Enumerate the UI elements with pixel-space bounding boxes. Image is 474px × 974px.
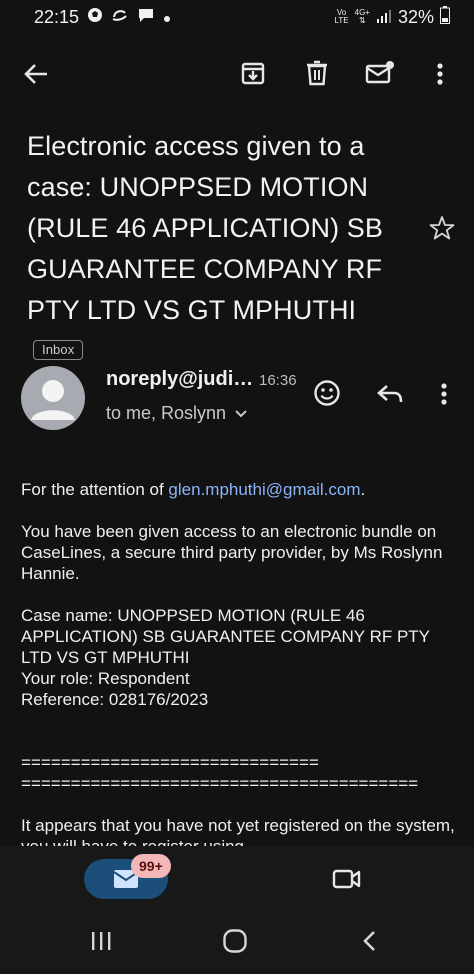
email-subject: Electronic access given to a case: UNOPP…: [27, 126, 417, 372]
add-reaction-button[interactable]: [311, 377, 343, 409]
archive-icon: [241, 62, 265, 85]
signal-strength-icon: [376, 7, 392, 28]
home-button[interactable]: [220, 924, 250, 958]
sender-avatar[interactable]: [21, 366, 85, 430]
emoji-smile-icon: [314, 380, 340, 406]
volte-indicator: Vo LTE: [334, 8, 349, 25]
video-camera-icon: [332, 869, 361, 889]
subject-text: Electronic access given to a case: UNOPP…: [27, 131, 384, 325]
attention-line: For the attention of glen.mphuthi@gmail.…: [21, 480, 366, 499]
chevron-down-icon: [235, 409, 247, 417]
reference-line: Reference: 028176/2023: [21, 690, 209, 709]
more-notifications-dot-icon: [163, 7, 171, 28]
star-icon: [429, 216, 455, 240]
back-chevron-icon: [363, 931, 375, 951]
more-options-button[interactable]: [428, 58, 452, 90]
battery-percentage: 32%: [397, 6, 434, 27]
star-button[interactable]: [428, 214, 456, 242]
reply-arrow-icon: [377, 385, 403, 403]
more-vertical-icon: [441, 383, 447, 405]
email-time: 16:36: [259, 372, 297, 389]
system-back-button[interactable]: [354, 924, 384, 958]
soccer-ball-icon: [87, 7, 103, 28]
recipients-toggle[interactable]: to me, Roslynn: [106, 403, 248, 424]
swirl-notification-icon: [111, 7, 129, 28]
role-line: Your role: Respondent: [21, 669, 190, 688]
separator-line: ========================================: [21, 774, 419, 793]
status-time: 22:15: [34, 6, 80, 27]
message-icon: [137, 7, 155, 28]
status-bar: 22:15 Vo LTE 4G+ ⇅ 32%: [0, 0, 474, 34]
attention-email-link[interactable]: glen.mphuthi@gmail.com: [168, 480, 360, 499]
case-name-line: Case name: UNOPPSED MOTION (RULE 46 APPL…: [21, 606, 430, 667]
mark-unread-mail-icon: [365, 61, 394, 84]
trash-icon: [307, 60, 327, 86]
meet-tab[interactable]: [330, 864, 364, 894]
reply-button[interactable]: [374, 379, 406, 409]
more-vertical-icon: [437, 63, 443, 85]
home-icon: [223, 929, 247, 953]
person-avatar-icon: [31, 380, 75, 420]
recipients-text: to me, Roslynn: [106, 403, 227, 423]
email-body: For the attention of glen.mphuthi@gmail.…: [21, 479, 461, 857]
battery-icon: [440, 5, 450, 29]
delete-button[interactable]: [302, 58, 332, 88]
access-paragraph: You have been given access to an electro…: [21, 522, 443, 583]
app-bar: [0, 50, 474, 96]
recent-apps-button[interactable]: [86, 924, 116, 958]
separator-line: ==============================: [21, 753, 319, 772]
back-button[interactable]: [20, 58, 52, 90]
unread-count-badge: 99+: [131, 854, 171, 878]
message-more-button[interactable]: [434, 380, 454, 408]
mark-unread-button[interactable]: [364, 58, 396, 88]
inbox-label-chip[interactable]: Inbox: [33, 339, 84, 360]
archive-button[interactable]: [238, 58, 268, 88]
network-type-indicator: 4G+ ⇅: [354, 8, 370, 25]
sender-name[interactable]: noreply@judi…: [106, 368, 253, 391]
recent-apps-icon: [92, 932, 111, 950]
back-arrow-icon: [24, 64, 47, 84]
